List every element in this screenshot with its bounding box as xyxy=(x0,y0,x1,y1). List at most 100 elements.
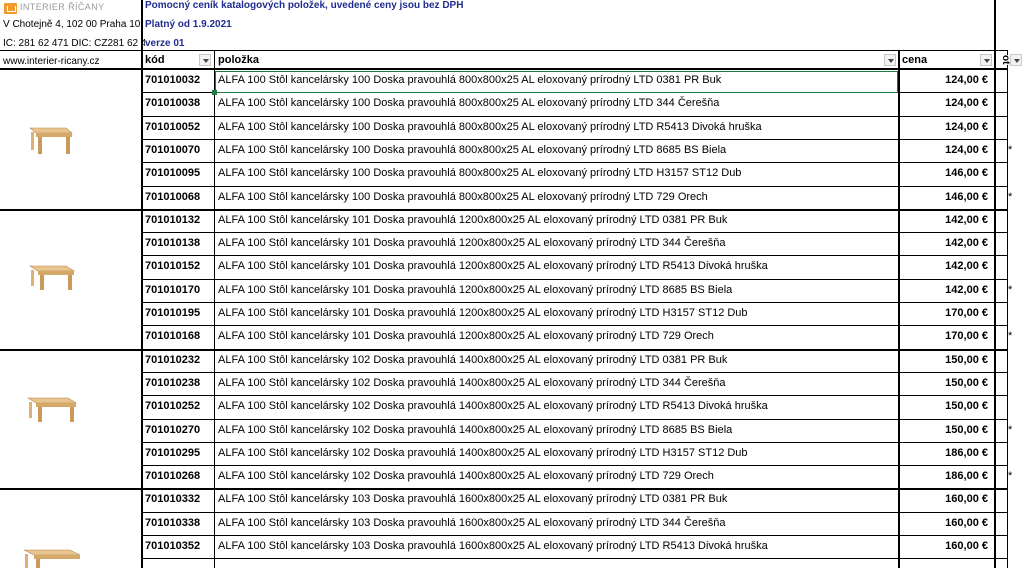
item-flag[interactable]: * xyxy=(1008,284,1012,296)
item-price[interactable]: 124,00 € xyxy=(900,121,988,133)
item-description[interactable]: ALFA 100 Stôl kancelársky 100 Doska prav… xyxy=(218,191,708,203)
item-description[interactable]: ALFA 100 Stôl kancelársky 100 Doska prav… xyxy=(218,97,719,109)
item-description[interactable]: ALFA 100 Stôl kancelársky 101 Doska prav… xyxy=(218,237,726,249)
item-price[interactable]: 150,00 € xyxy=(900,377,988,389)
table-row[interactable]: 701010170 ALFA 100 Stôl kancelársky 101 D… xyxy=(143,280,1012,303)
item-price[interactable]: 170,00 € xyxy=(900,330,988,342)
item-code[interactable]: 701010232 xyxy=(145,354,200,366)
item-price[interactable]: 160,00 € xyxy=(900,540,988,552)
item-description[interactable]: ALFA 100 Stôl kancelársky 102 Doska prav… xyxy=(218,470,714,482)
item-code[interactable]: 701010268 xyxy=(145,470,200,482)
item-price[interactable]: 142,00 € xyxy=(900,260,988,272)
item-code[interactable]: 701010132 xyxy=(145,214,200,226)
table-row[interactable]: 701010268 ALFA 100 Stôl kancelársky 102 D… xyxy=(143,466,1012,489)
item-flag[interactable]: * xyxy=(1008,424,1012,436)
item-code[interactable]: 701010052 xyxy=(145,121,200,133)
table-row[interactable]: 701010332 ALFA 100 Stôl kancelársky 103 D… xyxy=(143,489,995,512)
item-description[interactable]: ALFA 100 Stôl kancelársky 102 Doska prav… xyxy=(218,400,768,412)
table-row[interactable]: 701010095 ALFA 100 Stôl kancelársky 100 D… xyxy=(143,163,995,186)
item-price[interactable]: 160,00 € xyxy=(900,493,988,505)
item-description[interactable]: ALFA 100 Stôl kancelársky 100 Doska prav… xyxy=(218,144,726,156)
item-price[interactable]: 186,00 € xyxy=(900,447,988,459)
item-code[interactable]: 701010338 xyxy=(145,517,200,529)
item-flag[interactable]: * xyxy=(1008,144,1012,156)
item-price[interactable]: 146,00 € xyxy=(900,167,988,179)
item-price[interactable]: 150,00 € xyxy=(900,354,988,366)
item-code[interactable]: 701010095 xyxy=(145,167,200,179)
item-description[interactable]: ALFA 100 Stôl kancelársky 101 Doska prav… xyxy=(218,307,748,319)
item-price[interactable]: 142,00 € xyxy=(900,284,988,296)
item-code[interactable]: 701010152 xyxy=(145,260,200,272)
item-code[interactable]: 701010332 xyxy=(145,493,200,505)
item-flag[interactable]: * xyxy=(1008,330,1012,342)
item-price[interactable]: 150,00 € xyxy=(900,400,988,412)
item-description[interactable]: ALFA 100 Stôl kancelársky 103 Doska prav… xyxy=(218,493,727,505)
column-header-code: kód xyxy=(145,52,205,68)
version-label: verze 01 xyxy=(145,38,185,49)
item-code[interactable]: 701010352 xyxy=(145,540,200,552)
table-row[interactable]: 701010232 ALFA 100 Stôl kancelársky 102 D… xyxy=(143,350,995,373)
item-price[interactable]: 142,00 € xyxy=(900,214,988,226)
table-row[interactable]: 701010295 ALFA 100 Stôl kancelársky 102 D… xyxy=(143,443,995,466)
extra-column-border xyxy=(1007,50,1008,568)
filter-item-chevron-down-icon[interactable] xyxy=(884,54,896,66)
column-header-price: cena xyxy=(902,52,962,68)
table-row[interactable]: 701010195 ALFA 100 Stôl kancelársky 101 D… xyxy=(143,303,995,326)
filter-price-chevron-down-icon[interactable] xyxy=(980,54,992,66)
item-price[interactable]: 160,00 € xyxy=(900,517,988,529)
table-row[interactable]: 701010138 ALFA 100 Stôl kancelársky 101 D… xyxy=(143,233,995,256)
item-description[interactable]: ALFA 100 Stôl kancelársky 102 Doska prav… xyxy=(218,354,727,366)
item-code[interactable]: 701010138 xyxy=(145,237,200,249)
item-description[interactable]: ALFA 100 Stôl kancelársky 102 Doska prav… xyxy=(218,424,732,436)
item-price[interactable]: 186,00 € xyxy=(900,470,988,482)
filter-extra-chevron-down-icon[interactable] xyxy=(1010,54,1022,66)
column-header-item: položka xyxy=(218,52,818,68)
item-description[interactable]: ALFA 100 Stôl kancelársky 103 Doska prav… xyxy=(218,517,726,529)
item-price[interactable]: 124,00 € xyxy=(900,74,988,86)
item-code[interactable]: 701010295 xyxy=(145,447,200,459)
item-code[interactable]: 701010195 xyxy=(145,307,200,319)
table-row[interactable]: 701010038 ALFA 100 Stôl kancelársky 100 D… xyxy=(143,93,995,116)
table-row[interactable]: 701010252 ALFA 100 Stôl kancelársky 102 D… xyxy=(143,396,995,419)
item-description[interactable]: ALFA 100 Stôl kancelársky 101 Doska prav… xyxy=(218,214,727,226)
item-code[interactable]: 701010070 xyxy=(145,144,200,156)
item-code[interactable]: 701010170 xyxy=(145,284,200,296)
item-code[interactable]: 701010068 xyxy=(145,191,200,203)
item-description[interactable]: ALFA 100 Stôl kancelársky 101 Doska prav… xyxy=(218,284,732,296)
item-price[interactable]: 170,00 € xyxy=(900,307,988,319)
header-top-border xyxy=(0,50,1008,51)
table-row[interactable]: 701010238 ALFA 100 Stôl kancelársky 102 D… xyxy=(143,373,995,396)
item-code[interactable]: 701010252 xyxy=(145,400,200,412)
item-code[interactable]: 701010038 xyxy=(145,97,200,109)
item-code[interactable]: 701010238 xyxy=(145,377,200,389)
item-price[interactable]: 124,00 € xyxy=(900,144,988,156)
item-price[interactable]: 146,00 € xyxy=(900,191,988,203)
table-row[interactable]: 701010132 ALFA 100 Stôl kancelársky 101 D… xyxy=(143,210,995,233)
table-row[interactable]: 701010168 ALFA 100 Stôl kancelársky 101 D… xyxy=(143,326,1012,349)
item-description[interactable]: ALFA 100 Stôl kancelársky 102 Doska prav… xyxy=(218,447,748,459)
item-description[interactable]: ALFA 100 Stôl kancelársky 100 Doska prav… xyxy=(218,167,741,179)
item-description[interactable]: ALFA 100 Stôl kancelársky 101 Doska prav… xyxy=(218,330,714,342)
table-row[interactable]: 701010270 ALFA 100 Stôl kancelársky 102 D… xyxy=(143,420,1012,443)
fill-handle[interactable] xyxy=(212,90,217,95)
table-row[interactable]: 701010352 ALFA 100 Stôl kancelársky 103 D… xyxy=(143,536,995,559)
table-row[interactable]: 701010052 ALFA 100 Stôl kancelársky 100 D… xyxy=(143,117,995,140)
item-description[interactable]: ALFA 100 Stôl kancelársky 100 Doska prav… xyxy=(218,121,762,133)
table-row[interactable]: 701010152 ALFA 100 Stôl kancelársky 101 D… xyxy=(143,256,995,279)
item-flag[interactable]: * xyxy=(1008,470,1012,482)
table-row[interactable]: 701010068 ALFA 100 Stôl kancelársky 100 D… xyxy=(143,187,1012,210)
item-description[interactable]: ALFA 100 Stôl kancelársky 103 Doska prav… xyxy=(218,540,768,552)
item-code[interactable]: 701010032 xyxy=(145,74,200,86)
item-code[interactable]: 701010168 xyxy=(145,330,200,342)
item-description[interactable]: ALFA 100 Stôl kancelársky 102 Doska prav… xyxy=(218,377,726,389)
item-price[interactable]: 150,00 € xyxy=(900,424,988,436)
table-row[interactable]: 701010338 ALFA 100 Stôl kancelársky 103 D… xyxy=(143,513,995,536)
item-price[interactable]: 124,00 € xyxy=(900,97,988,109)
item-description[interactable]: ALFA 100 Stôl kancelársky 101 Doska prav… xyxy=(218,260,768,272)
item-price[interactable]: 142,00 € xyxy=(900,237,988,249)
filter-code-chevron-down-icon[interactable] xyxy=(199,54,211,66)
item-code[interactable]: 701010270 xyxy=(145,424,200,436)
item-flag[interactable]: * xyxy=(1008,191,1012,203)
table-row[interactable]: 701010070 ALFA 100 Stôl kancelársky 100 D… xyxy=(143,140,1012,163)
desk-102-image xyxy=(26,397,78,422)
